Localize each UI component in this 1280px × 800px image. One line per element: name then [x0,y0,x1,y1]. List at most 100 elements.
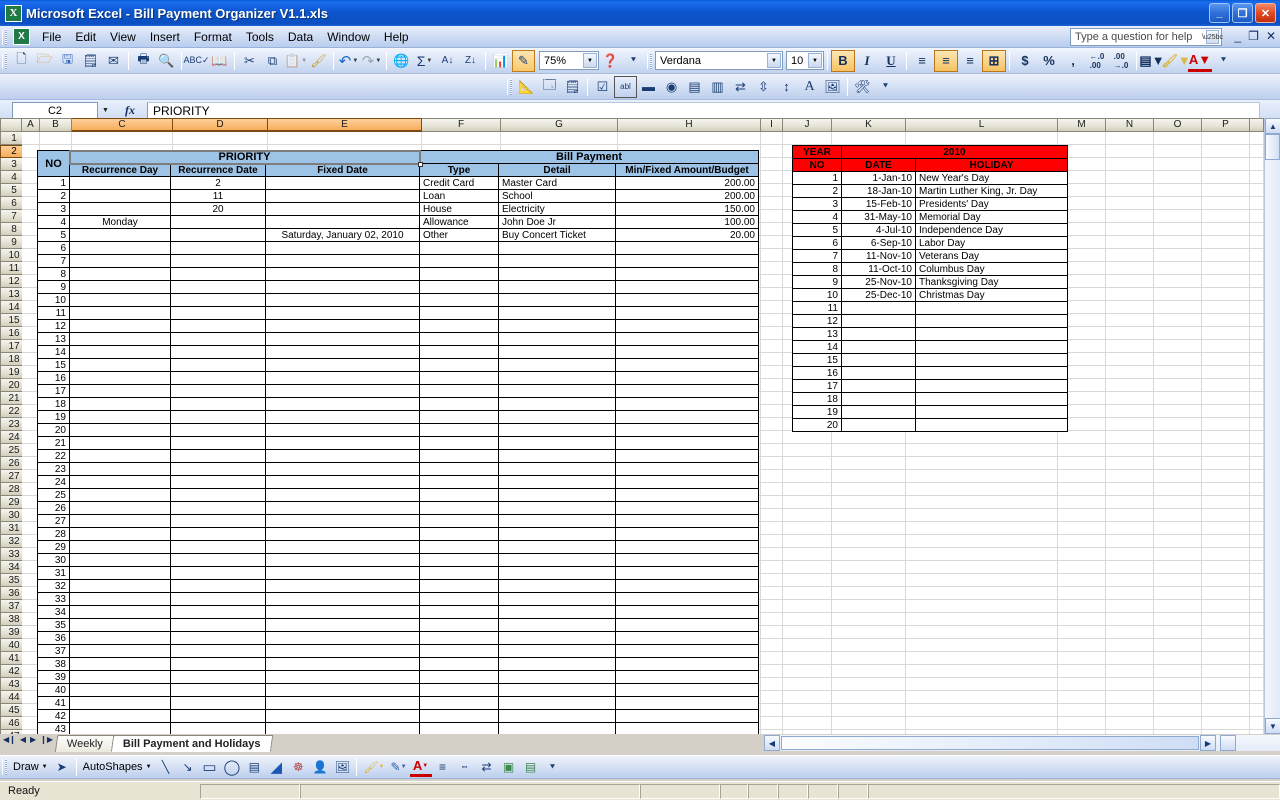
autosum-icon[interactable]: Σ ▼ [413,50,436,72]
cell-recurrence-date[interactable] [170,293,266,307]
cell-recurrence-day[interactable] [69,527,171,541]
cell-recurrence-day[interactable] [69,228,171,242]
cell-amount[interactable] [615,605,759,619]
table-row[interactable]: 4 31-May-10 Memorial Day [792,210,1068,224]
cell-holiday-date[interactable]: 11-Nov-10 [841,249,916,263]
cell-amount[interactable] [615,332,759,346]
cell-recurrence-date[interactable] [170,514,266,528]
table-row[interactable]: 35 [37,618,759,632]
cell-detail[interactable] [498,553,616,567]
cell-fixed-date[interactable] [265,410,420,424]
cell-holiday-no[interactable]: 3 [792,197,842,211]
cell-type[interactable] [419,592,499,606]
comma-style-button[interactable]: , [1061,50,1085,72]
diagram-icon[interactable]: ☸ [287,757,309,777]
table-row[interactable]: 23 [37,462,759,476]
cell-type[interactable] [419,267,499,281]
cell-holiday-name[interactable] [915,327,1068,341]
cell-no[interactable]: 35 [37,618,70,632]
menu-file[interactable]: File [35,28,68,46]
cell-amount[interactable] [615,709,759,723]
table-row[interactable]: 30 [37,553,759,567]
cell-amount[interactable] [615,306,759,320]
oval-icon[interactable]: ◯ [221,757,244,777]
cell-recurrence-day[interactable] [69,670,171,684]
drawing-toolbar-toggle-icon[interactable]: ✎ [512,49,535,72]
cell-amount[interactable] [615,696,759,710]
spin-button-icon[interactable]: ⇳ [752,76,775,98]
cell-holiday-date[interactable]: 1-Jan-10 [841,171,916,185]
cell-amount[interactable] [615,241,759,255]
cell-holiday-no[interactable]: 17 [792,379,842,393]
cell-recurrence-day[interactable] [69,683,171,697]
cell-holiday-no[interactable]: 10 [792,288,842,302]
sheet-tab-bill-payment-and-holidays[interactable]: Bill Payment and Holidays [110,735,273,752]
cell-type[interactable] [419,618,499,632]
text-box-icon[interactable]: abl [614,75,637,98]
shadow-style-icon[interactable]: ▣ [498,757,520,777]
cell-recurrence-day[interactable] [69,267,171,281]
vertical-scroll-thumb[interactable] [1265,134,1280,160]
cell-no[interactable]: 34 [37,605,70,619]
cell-no[interactable]: 8 [37,267,70,281]
cell-no[interactable]: 5 [37,228,70,242]
cell-holiday-no[interactable]: 4 [792,210,842,224]
cell-amount[interactable] [615,280,759,294]
cell-recurrence-day[interactable] [69,306,171,320]
cell-holiday-no[interactable]: 9 [792,275,842,289]
cell-no[interactable]: 3 [37,202,70,216]
cell-holiday-no[interactable]: 18 [792,392,842,406]
toolbar-options-icon[interactable]: ⯆ [622,50,645,72]
cell-fixed-date[interactable] [265,514,420,528]
table-row[interactable]: 39 [37,670,759,684]
cell-recurrence-day[interactable] [69,566,171,580]
copy-icon[interactable]: ⧉ [261,50,284,72]
cell-recurrence-day[interactable] [69,618,171,632]
print-preview-icon[interactable]: 🔍 [155,50,178,72]
table-row[interactable]: 10 25-Dec-10 Christmas Day [792,288,1068,302]
cell-detail[interactable] [498,293,616,307]
cell-amount[interactable] [615,722,759,734]
cell-no[interactable]: 26 [37,501,70,515]
cell-no[interactable]: 33 [37,592,70,606]
cell-type[interactable] [419,449,499,463]
cell-fixed-date[interactable] [265,202,420,216]
table-row[interactable]: 3 15-Feb-10 Presidents' Day [792,197,1068,211]
cell-no[interactable]: 15 [37,358,70,372]
command-button-icon[interactable]: ▬ [637,76,660,98]
holiday-table-block[interactable]: YEAR 2010 NO DATE HOLIDAY 1 1-Jan-10 New Y… [792,145,1068,432]
cell-type[interactable] [419,462,499,476]
cell-recurrence-date[interactable] [170,709,266,723]
cell-holiday-name[interactable] [915,353,1068,367]
cell-type[interactable] [419,306,499,320]
cell-recurrence-date[interactable]: 11 [170,189,266,203]
cell-recurrence-day[interactable] [69,410,171,424]
cell-fixed-date[interactable] [265,371,420,385]
table-row[interactable]: 15 [37,358,759,372]
cell-recurrence-day[interactable] [69,436,171,450]
cell-fixed-date[interactable] [265,631,420,645]
cell-recurrence-date[interactable]: 20 [170,202,266,216]
option-button-icon[interactable]: ◉ [660,76,683,98]
table-row[interactable]: 12 [792,314,1068,328]
cell-type[interactable] [419,280,499,294]
cell-no[interactable]: 2 [37,189,70,203]
table-row[interactable]: 32 [37,579,759,593]
cell-recurrence-day[interactable] [69,501,171,515]
cell-recurrence-date[interactable] [170,449,266,463]
combo-box-icon[interactable]: ▥ [706,76,729,98]
cell-recurrence-day[interactable] [69,241,171,255]
cell-amount[interactable] [615,397,759,411]
cell-fixed-date[interactable] [265,397,420,411]
cell-holiday-no[interactable]: 19 [792,405,842,419]
column-header-L[interactable]: L [906,118,1058,132]
cell-amount[interactable] [615,358,759,372]
minimize-button[interactable]: _ [1209,3,1230,23]
ask-a-question-box[interactable]: Type a question for help \u25bc [1070,28,1223,46]
cell-recurrence-date[interactable] [170,267,266,281]
cell-type[interactable] [419,384,499,398]
cell-recurrence-day[interactable] [69,332,171,346]
table-row[interactable]: 21 [37,436,759,450]
cell-amount[interactable] [615,501,759,515]
cell-recurrence-day[interactable] [69,371,171,385]
